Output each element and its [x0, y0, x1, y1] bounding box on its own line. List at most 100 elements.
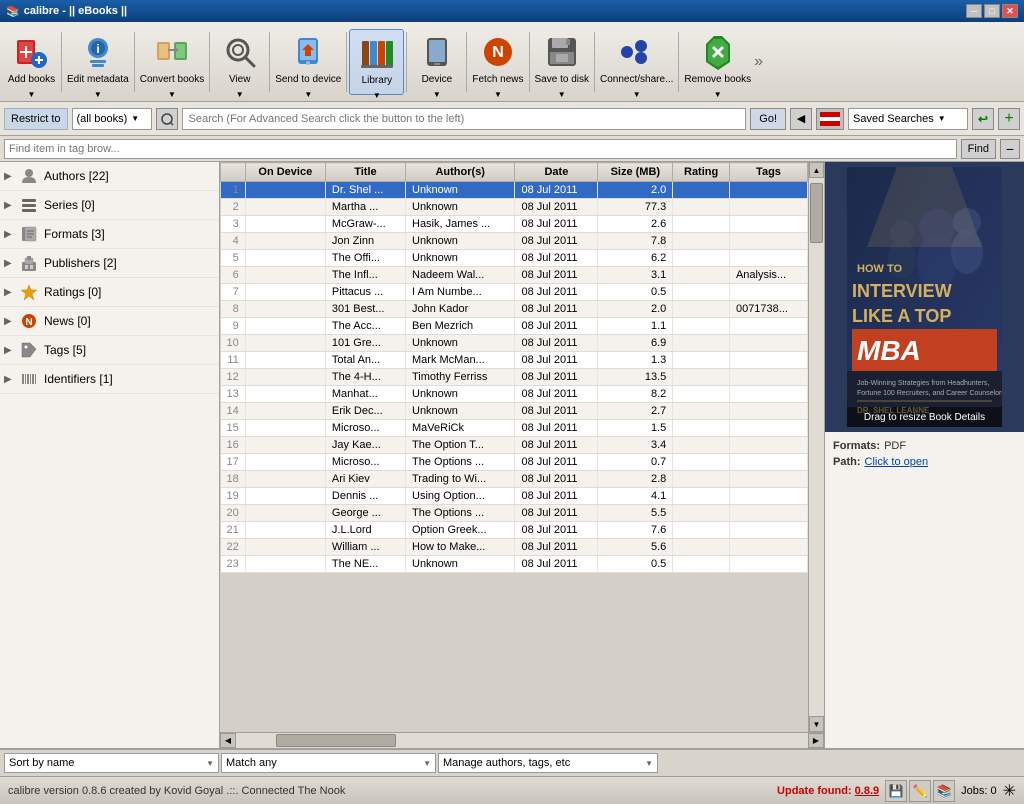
tag-browser-tags[interactable]: ▶ Tags [5]	[0, 336, 219, 365]
scroll-up-button[interactable]: ▲	[809, 162, 824, 178]
table-row[interactable]: 12 The 4-H... Timothy Ferriss 08 Jul 201…	[221, 369, 808, 386]
book-list-scroll[interactable]: On Device Title Author(s) Date Size (MB)…	[220, 162, 808, 732]
status-icon-1[interactable]: 💾	[885, 780, 907, 802]
horizontal-scrollbar[interactable]: ◀ ▶	[220, 732, 824, 748]
connect-share-button[interactable]: Connect/share... ▼	[597, 29, 676, 95]
send-to-device-arrow[interactable]: ▼	[272, 89, 344, 100]
table-row[interactable]: 2 Martha ... Unknown 08 Jul 2011 77.3	[221, 199, 808, 216]
col-date[interactable]: Date	[515, 163, 598, 182]
hscroll-track[interactable]	[236, 733, 808, 748]
table-row[interactable]: 7 Pittacus ... I Am Numbe... 08 Jul 2011…	[221, 284, 808, 301]
size-cell: 2.7	[598, 403, 673, 420]
tag-browser-authors[interactable]: ▶ Authors [22]	[0, 162, 219, 191]
scroll-right-button[interactable]: ▶	[808, 733, 824, 748]
maximize-button[interactable]: □	[984, 4, 1000, 18]
col-size[interactable]: Size (MB)	[598, 163, 673, 182]
manage-dropdown[interactable]: Manage authors, tags, etc ▼	[438, 753, 658, 773]
close-button[interactable]: ✕	[1002, 4, 1018, 18]
table-row[interactable]: 18 Ari Kiev Trading to Wi... 08 Jul 2011…	[221, 471, 808, 488]
edit-metadata-button[interactable]: i Edit metadata ▼	[64, 29, 132, 95]
search-back-button[interactable]: ◀	[790, 108, 812, 130]
col-on-device[interactable]: On Device	[245, 163, 325, 182]
tags-cell	[729, 437, 807, 454]
add-books-button[interactable]: Add books ▼	[4, 29, 59, 95]
table-row[interactable]: 23 The NE... Unknown 08 Jul 2011 0.5	[221, 556, 808, 573]
col-num[interactable]	[221, 163, 246, 182]
library-arrow[interactable]: ▼	[350, 90, 403, 101]
find-button[interactable]: Find	[961, 139, 996, 159]
drag-resize-bar[interactable]: Drag to resize Book Details	[847, 407, 1002, 427]
table-row[interactable]: 13 Manhat... Unknown 08 Jul 2011 8.2	[221, 386, 808, 403]
minimize-button[interactable]: ─	[966, 4, 982, 18]
col-tags[interactable]: Tags	[729, 163, 807, 182]
restrict-dropdown[interactable]: (all books) ▼	[72, 108, 152, 130]
flag-button[interactable]	[816, 108, 844, 130]
table-row[interactable]: 6 The Infl... Nadeem Wal... 08 Jul 2011 …	[221, 267, 808, 284]
tag-browser-formats[interactable]: ▶ Formats [3]	[0, 220, 219, 249]
scroll-thumb[interactable]	[810, 183, 823, 243]
saved-search-back-button[interactable]: ↩	[972, 108, 994, 130]
match-any-dropdown[interactable]: Match any ▼	[221, 753, 436, 773]
table-row[interactable]: 14 Erik Dec... Unknown 08 Jul 2011 2.7	[221, 403, 808, 420]
saved-search-add-button[interactable]: +	[998, 108, 1020, 130]
update-version[interactable]: 0.8.9	[855, 785, 879, 797]
scroll-left-button[interactable]: ◀	[220, 733, 236, 748]
remove-books-arrow[interactable]: ▼	[681, 89, 754, 100]
go-button[interactable]: Go!	[750, 108, 786, 130]
hscroll-thumb[interactable]	[276, 734, 396, 747]
remove-books-button[interactable]: Remove books ▼	[681, 29, 754, 95]
edit-metadata-arrow[interactable]: ▼	[64, 89, 132, 100]
table-row[interactable]: 20 George ... The Options ... 08 Jul 201…	[221, 505, 808, 522]
table-row[interactable]: 15 Microso... MaVeRiCk 08 Jul 2011 1.5	[221, 420, 808, 437]
table-row[interactable]: 10 101 Gre... Unknown 08 Jul 2011 6.9	[221, 335, 808, 352]
search-input[interactable]	[182, 108, 747, 130]
table-row[interactable]: 8 301 Best... John Kador 08 Jul 2011 2.0…	[221, 301, 808, 318]
save-to-disk-arrow[interactable]: ▼	[532, 89, 592, 100]
table-row[interactable]: 1 Dr. Shel ... Unknown 08 Jul 2011 2.0	[221, 182, 808, 199]
library-button[interactable]: Library ▼	[349, 29, 404, 95]
connect-share-arrow[interactable]: ▼	[597, 89, 676, 100]
status-icon-3[interactable]: 📚	[933, 780, 955, 802]
col-rating[interactable]: Rating	[673, 163, 730, 182]
tag-browser-publishers[interactable]: ▶ Publishers [2]	[0, 249, 219, 278]
convert-books-arrow[interactable]: ▼	[137, 89, 207, 100]
table-row[interactable]: 11 Total An... Mark McMan... 08 Jul 2011…	[221, 352, 808, 369]
save-to-disk-button[interactable]: Save to disk ▼	[532, 29, 592, 95]
toolbar-overflow[interactable]: »	[754, 53, 766, 71]
status-icon-2[interactable]: ✏️	[909, 780, 931, 802]
view-button[interactable]: View ▼	[212, 29, 267, 95]
path-value[interactable]: Click to open	[865, 456, 929, 468]
saved-searches-browse-button[interactable]	[156, 108, 178, 130]
tag-browser-identifiers[interactable]: ▶ Identifiers [1]	[0, 365, 219, 394]
add-books-main[interactable]: Add books	[4, 29, 59, 89]
scroll-down-button[interactable]: ▼	[809, 716, 824, 732]
table-row[interactable]: 19 Dennis ... Using Option... 08 Jul 201…	[221, 488, 808, 505]
fetch-news-button[interactable]: N Fetch news ▼	[469, 29, 526, 95]
table-row[interactable]: 9 The Acc... Ben Mezrich 08 Jul 2011 1.1	[221, 318, 808, 335]
table-row[interactable]: 5 The Offi... Unknown 08 Jul 2011 6.2	[221, 250, 808, 267]
tag-browser-series[interactable]: ▶ Series [0]	[0, 191, 219, 220]
sort-by-dropdown[interactable]: Sort by name ▼	[4, 753, 219, 773]
saved-searches-dropdown[interactable]: Saved Searches ▼	[848, 108, 968, 130]
device-button[interactable]: Device ▼	[409, 29, 464, 95]
table-row[interactable]: 3 McGraw-... Hasik, James ... 08 Jul 201…	[221, 216, 808, 233]
col-author[interactable]: Author(s)	[406, 163, 515, 182]
convert-books-button[interactable]: Convert books ▼	[137, 29, 207, 95]
table-row[interactable]: 21 J.L.Lord Option Greek... 08 Jul 2011 …	[221, 522, 808, 539]
col-title[interactable]: Title	[325, 163, 405, 182]
tag-browser-news[interactable]: ▶ N News [0]	[0, 307, 219, 336]
table-row[interactable]: 4 Jon Zinn Unknown 08 Jul 2011 7.8	[221, 233, 808, 250]
vertical-scrollbar[interactable]: ▲ ▼	[808, 162, 824, 732]
tag-browser-ratings[interactable]: ▶ Ratings [0]	[0, 278, 219, 307]
send-to-device-button[interactable]: Send to device ▼	[272, 29, 344, 95]
tag-browser-search-input[interactable]	[4, 139, 957, 159]
table-row[interactable]: 16 Jay Kae... The Option T... 08 Jul 201…	[221, 437, 808, 454]
fetch-news-arrow[interactable]: ▼	[469, 89, 526, 100]
add-books-arrow[interactable]: ▼	[4, 89, 59, 100]
device-arrow[interactable]: ▼	[409, 89, 464, 100]
view-arrow[interactable]: ▼	[212, 89, 267, 100]
scroll-track[interactable]	[809, 178, 824, 716]
collapse-button[interactable]: −	[1000, 139, 1020, 159]
table-row[interactable]: 17 Microso... The Options ... 08 Jul 201…	[221, 454, 808, 471]
table-row[interactable]: 22 William ... How to Make... 08 Jul 201…	[221, 539, 808, 556]
